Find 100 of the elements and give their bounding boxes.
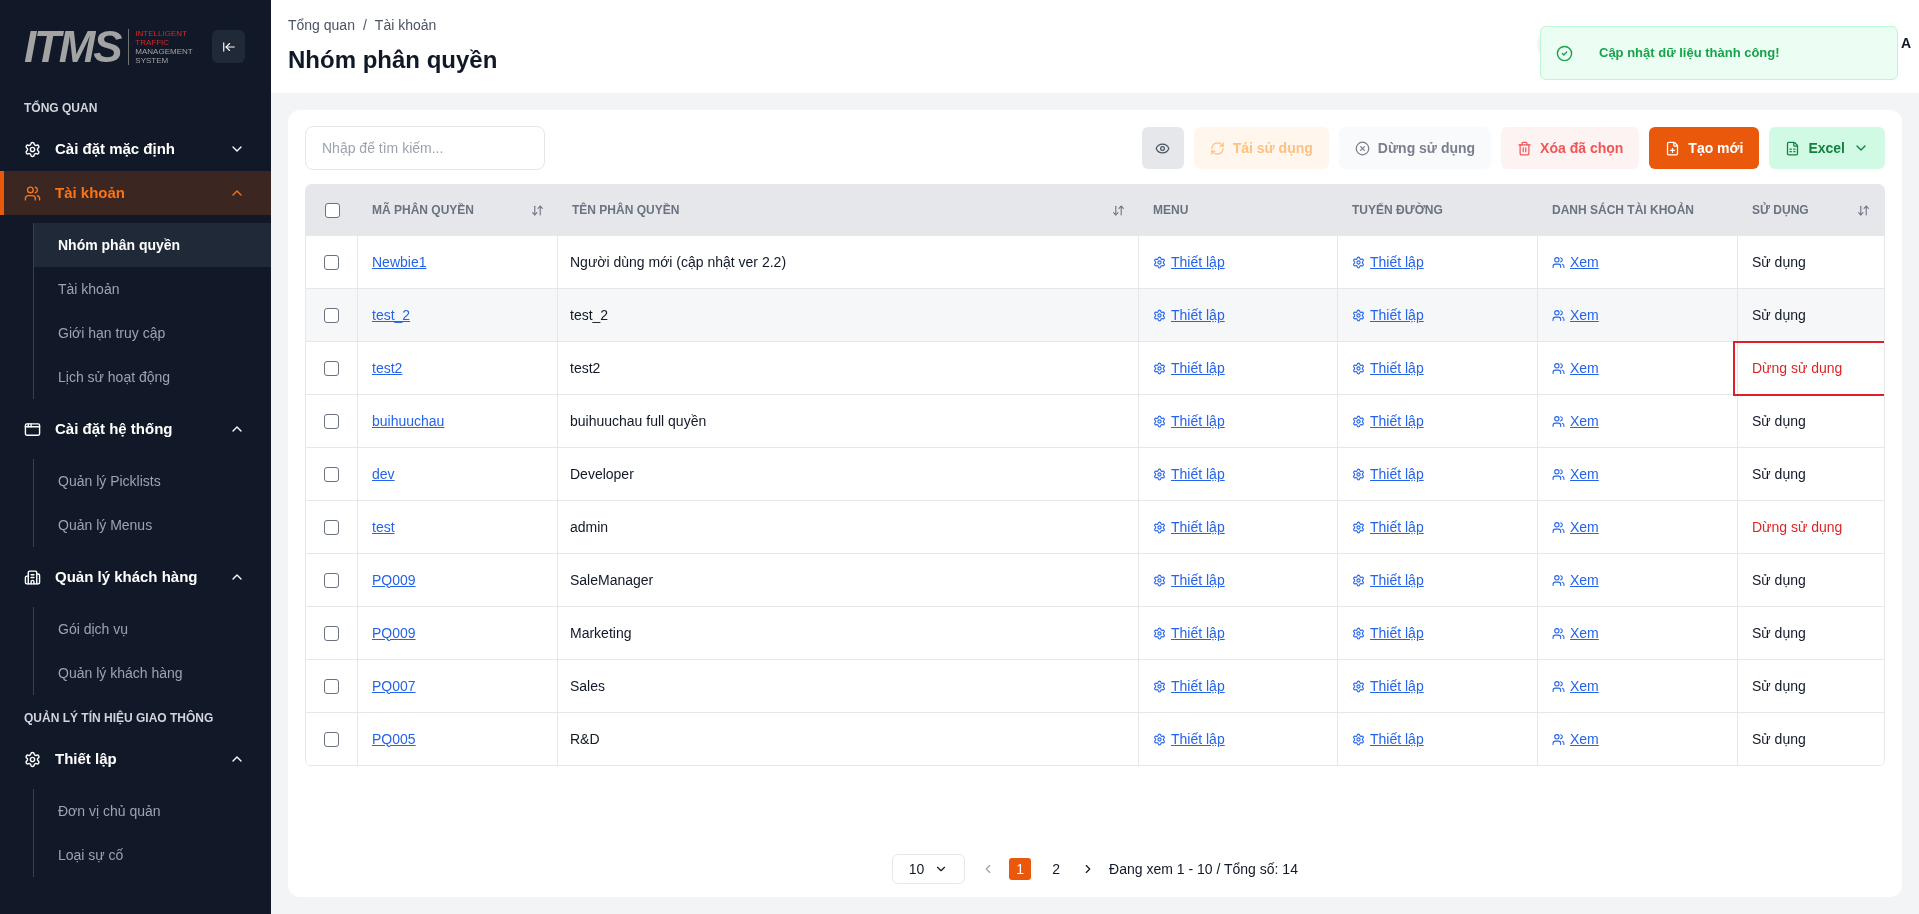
view-button[interactable] [1141, 127, 1184, 169]
table-row[interactable]: PQ009 Marketing Thiết lập Thiết lập Xem Sử dụng [306, 606, 1884, 659]
table-row[interactable]: test admin Thiết lập Thiết lập Xem Dừng sử dụng [306, 500, 1884, 553]
checkbox[interactable] [324, 519, 339, 535]
view-link[interactable]: Xem [1570, 357, 1599, 379]
setup-link[interactable]: Thiết lập [1370, 516, 1424, 538]
sidebar-item[interactable]: Đơn vị chủ quản [34, 789, 271, 833]
view-link[interactable]: Xem [1570, 675, 1599, 697]
code-link[interactable]: Newbie1 [372, 251, 427, 273]
setup-link[interactable]: Thiết lập [1171, 357, 1225, 379]
setup-link[interactable]: Thiết lập [1171, 728, 1225, 750]
users-icon [1552, 414, 1565, 428]
trash-icon [1517, 140, 1533, 156]
page-button[interactable]: 2 [1045, 858, 1068, 880]
setup-link[interactable]: Thiết lập [1370, 728, 1424, 750]
setup-link[interactable]: Thiết lập [1171, 569, 1225, 591]
sidebar-group[interactable]: Quản lý khách hàng [0, 555, 271, 599]
checkbox[interactable] [324, 360, 339, 376]
view-link[interactable]: Xem [1570, 728, 1599, 750]
gear-icon [1153, 361, 1166, 375]
sidebar-item[interactable]: Quản lý Picklists [34, 459, 271, 503]
table-row[interactable]: dev Developer Thiết lập Thiết lập Xem Sử dụng [306, 447, 1884, 500]
view-link[interactable]: Xem [1570, 463, 1599, 485]
view-link[interactable]: Xem [1570, 569, 1599, 591]
gear-icon [24, 750, 41, 768]
checkbox[interactable] [324, 572, 339, 588]
view-link[interactable]: Xem [1570, 622, 1599, 644]
breadcrumb-link[interactable]: Tổng quan [288, 15, 355, 36]
view-link[interactable]: Xem [1570, 251, 1599, 273]
code-link[interactable]: test_2 [372, 304, 411, 326]
code-link[interactable]: dev [372, 463, 395, 485]
checkbox[interactable] [324, 466, 339, 482]
breadcrumb-link[interactable]: Tài khoản [374, 15, 437, 36]
table-row[interactable]: PQ009 SaleManager Thiết lập Thiết lập Xem Sử dụng [306, 553, 1884, 606]
checkbox[interactable] [324, 254, 339, 270]
checkbox[interactable] [324, 307, 339, 323]
sidebar-group[interactable]: Tài khoản [0, 171, 271, 215]
setup-link[interactable]: Thiết lập [1171, 410, 1225, 432]
setup-link[interactable]: Thiết lập [1370, 410, 1424, 432]
users-icon [1552, 573, 1565, 587]
gear-icon [1153, 573, 1166, 587]
code-link[interactable]: PQ005 [372, 728, 416, 750]
collapse-sidebar-button[interactable] [212, 30, 245, 63]
code-link[interactable]: buihuuchau [372, 410, 445, 432]
sidebar-item[interactable]: Lịch sử hoạt động [34, 355, 271, 399]
view-link[interactable]: Xem [1570, 304, 1599, 326]
page-button[interactable]: 1 [1009, 858, 1032, 880]
sidebar-item[interactable]: Gói dịch vụ [34, 607, 271, 651]
column-header[interactable]: MÃ PHÂN QUYỀN [358, 185, 558, 235]
setup-link[interactable]: Thiết lập [1171, 251, 1225, 273]
table-row[interactable]: PQ005 R&D Thiết lập Thiết lập Xem Sử dụng [306, 712, 1884, 765]
code-link[interactable]: PQ007 [372, 675, 416, 697]
checkbox[interactable] [324, 678, 339, 694]
column-header[interactable]: TÊN PHÂN QUYỀN [558, 185, 1139, 235]
setup-link[interactable]: Thiết lập [1171, 304, 1225, 326]
search-field[interactable]: Nhập để tìm kiếm... [305, 126, 545, 170]
create-button[interactable]: Tạo mới [1649, 127, 1760, 169]
checkbox[interactable] [324, 413, 339, 429]
setup-link[interactable]: Thiết lập [1370, 675, 1424, 697]
setup-link[interactable]: Thiết lập [1370, 463, 1424, 485]
setup-link[interactable]: Thiết lập [1370, 357, 1424, 379]
sidebar-item[interactable]: Nhóm phân quyền [34, 223, 271, 267]
view-link[interactable]: Xem [1570, 516, 1599, 538]
code-link[interactable]: PQ009 [372, 569, 416, 591]
setup-link[interactable]: Thiết lập [1370, 622, 1424, 644]
export-button[interactable]: Excel [1769, 127, 1885, 169]
sidebar-group[interactable]: Cài đặt hệ thống [0, 407, 271, 451]
setup-link[interactable]: Thiết lập [1171, 516, 1225, 538]
setup-link[interactable]: Thiết lập [1370, 569, 1424, 591]
code-link[interactable]: PQ009 [372, 622, 416, 644]
code-link[interactable]: test [372, 516, 395, 538]
setup-link[interactable]: Thiết lập [1171, 463, 1225, 485]
spreadsheet-icon [1785, 140, 1801, 156]
gear-icon [1352, 626, 1365, 640]
code-link[interactable]: test2 [372, 357, 403, 379]
sidebar-item[interactable]: Quản lý khách hàng [34, 651, 271, 695]
setup-link[interactable]: Thiết lập [1370, 304, 1424, 326]
table-row[interactable]: test_2 test_2 Thiết lập Thiết lập Xem Sử dụng [306, 288, 1884, 341]
users-icon [1552, 732, 1565, 746]
checkbox[interactable] [324, 625, 339, 641]
view-link[interactable]: Xem [1570, 410, 1599, 432]
page-size-select[interactable]: 10 [892, 854, 966, 884]
sidebar-item[interactable]: Loại sự cố [34, 833, 271, 877]
sidebar-item[interactable]: Tài khoản [34, 267, 271, 311]
users-icon [1552, 361, 1565, 375]
gear-icon [1153, 679, 1166, 693]
sidebar-item[interactable]: Quản lý Menus [34, 503, 271, 547]
setup-link[interactable]: Thiết lập [1171, 622, 1225, 644]
file-plus-icon [1665, 140, 1681, 156]
column-header[interactable]: SỬ DỤNG [1738, 185, 1884, 235]
sidebar-item[interactable]: Giới hạn truy cập [34, 311, 271, 355]
setup-link[interactable]: Thiết lập [1370, 251, 1424, 273]
checkbox[interactable] [324, 731, 339, 747]
table-row[interactable]: Newbie1 Người dùng mới (cập nhật ver 2.2) Thiết lập Thiết lập Xem Sử dụng [306, 235, 1884, 288]
setup-link[interactable]: Thiết lập [1171, 675, 1225, 697]
table-row[interactable]: PQ007 Sales Thiết lập Thiết lập Xem Sử dụng [306, 659, 1884, 712]
table-row[interactable]: test2 test2 Thiết lập Thiết lập Xem Dừng sử dụng [306, 341, 1884, 394]
sidebar-group[interactable]: Cài đặt mặc định [0, 127, 271, 171]
checkbox[interactable] [324, 202, 340, 218]
sidebar-group[interactable]: Thiết lập [0, 737, 271, 781]
